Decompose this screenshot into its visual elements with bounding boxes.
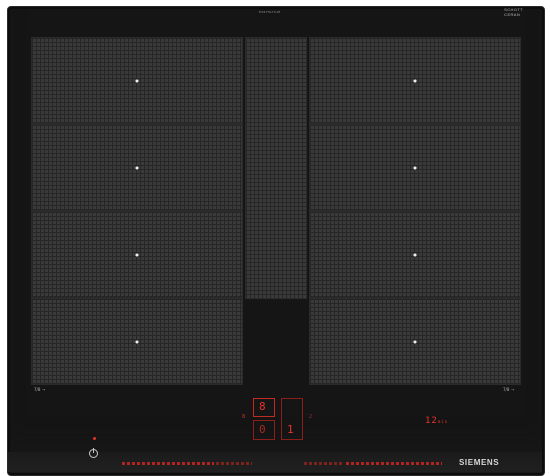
model-label: EX675LYC1E bbox=[259, 10, 281, 14]
timer-unit: min bbox=[437, 419, 449, 424]
left-indicator: 8 bbox=[242, 414, 246, 420]
center-strip-zone bbox=[245, 37, 307, 299]
zone-center-dot bbox=[135, 79, 139, 82]
right-zone-3 bbox=[309, 211, 521, 298]
timer-value: 12 bbox=[425, 416, 438, 426]
timer-display[interactable]: 12min bbox=[425, 416, 448, 426]
right-zone-4 bbox=[309, 298, 521, 385]
left-zone-2 bbox=[31, 124, 243, 211]
glass-logo-line2: CERAN bbox=[504, 12, 521, 17]
zone-center-dot bbox=[135, 166, 139, 169]
center-right-slider[interactable] bbox=[304, 462, 344, 465]
power-led bbox=[93, 437, 96, 440]
zone-center-dot bbox=[135, 253, 139, 256]
left-corner-mark: 7/8 ⊸ bbox=[34, 387, 46, 392]
zone-center-dot bbox=[135, 340, 139, 343]
power-icon[interactable] bbox=[89, 448, 98, 458]
right-zone-2 bbox=[309, 124, 521, 211]
right-zone-1 bbox=[309, 37, 521, 124]
right-display-value: 1 bbox=[287, 423, 294, 436]
brand-logo: SIEMENS bbox=[459, 458, 500, 467]
right-power-slider[interactable] bbox=[346, 462, 442, 465]
right-corner-mark: 7/8 ⊸ bbox=[503, 387, 515, 392]
glass-logo: SCHOTT CERAN bbox=[504, 7, 523, 17]
left-zone-3 bbox=[31, 211, 243, 298]
left-power-slider[interactable] bbox=[122, 462, 214, 465]
zone-center-dot bbox=[413, 79, 417, 82]
power-level-lower: 0 bbox=[259, 423, 266, 436]
power-level-upper: 8 bbox=[259, 400, 266, 413]
zone-center-dot bbox=[413, 166, 417, 169]
right-indicator: 2 bbox=[309, 414, 313, 420]
zone-center-dot bbox=[413, 340, 417, 343]
left-zone-4 bbox=[31, 298, 243, 385]
center-left-slider[interactable] bbox=[216, 462, 252, 465]
zone-center-dot bbox=[413, 253, 417, 256]
left-zone-1 bbox=[31, 37, 243, 124]
